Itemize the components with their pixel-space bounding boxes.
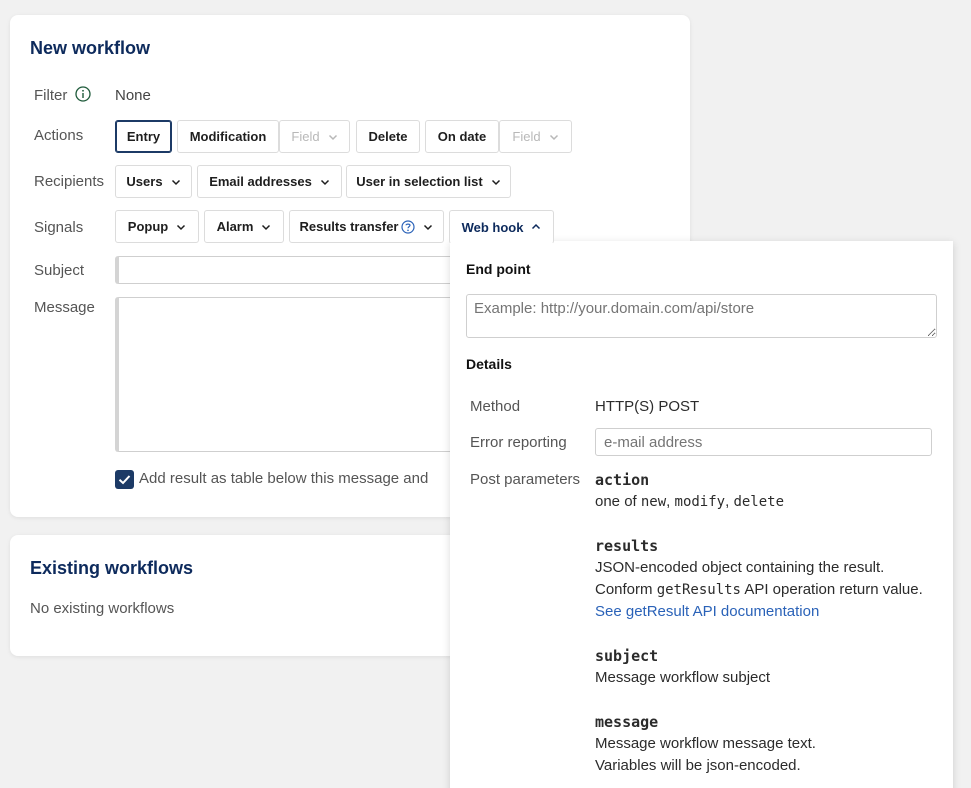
check-icon — [118, 475, 131, 485]
modification-button[interactable]: Modification — [177, 120, 279, 153]
new-workflow-title: New workflow — [30, 38, 151, 58]
param-results-line2-code: getResults — [656, 582, 741, 598]
param-subject-name: subject — [595, 647, 659, 665]
results-transfer-label: Results transfer — [299, 219, 399, 234]
chevron-down-icon — [423, 222, 433, 232]
error-reporting-input[interactable] — [595, 428, 932, 456]
users-dropdown[interactable]: Users — [115, 165, 192, 198]
endpoint-heading: End point — [466, 261, 531, 277]
web-hook-label: Web hook — [461, 219, 524, 235]
existing-workflows-empty-text: No existing workflows — [30, 600, 175, 617]
param-results-line2-pre: Conform — [595, 581, 657, 598]
results-transfer-dropdown[interactable]: Results transfer — [289, 210, 444, 243]
separator: , — [666, 493, 675, 510]
param-action-desc: one of new, modify, delete — [595, 493, 784, 510]
info-icon[interactable] — [74, 86, 91, 102]
error-reporting-label: Error reporting — [470, 434, 567, 451]
param-subject-desc: Message workflow subject — [595, 669, 771, 686]
message-label: Message — [34, 299, 95, 316]
existing-workflows-title: Existing workflows — [30, 558, 194, 578]
users-label: Users — [126, 174, 163, 189]
param-results-line2: Conform getResults API operation return … — [595, 581, 923, 598]
subject-input[interactable] — [115, 256, 460, 284]
get-result-docs-link[interactable]: See getResult API documentation — [595, 603, 819, 620]
method-value: HTTP(S) POST — [595, 398, 700, 415]
field-dropdown-label: Field — [512, 129, 541, 144]
filter-value[interactable]: None — [115, 87, 151, 104]
chevron-up-icon — [531, 222, 541, 232]
add-result-checkbox[interactable] — [115, 470, 134, 489]
chevron-down-icon — [171, 177, 181, 187]
param-message-name: message — [595, 713, 659, 731]
chevron-down-icon — [261, 222, 271, 232]
user-in-selection-list-label: User in selection list — [356, 174, 483, 189]
param-results-name: results — [595, 537, 659, 555]
chevron-down-icon — [320, 177, 330, 187]
post-parameters-label: Post parameters — [470, 471, 581, 488]
chevron-down-icon — [176, 222, 186, 232]
chevron-down-icon — [491, 177, 501, 187]
param-action-name: action — [595, 471, 650, 489]
details-heading: Details — [466, 356, 512, 372]
message-textarea[interactable] — [115, 297, 460, 452]
help-icon[interactable] — [401, 219, 416, 234]
alarm-dropdown[interactable]: Alarm — [204, 210, 284, 243]
user-in-selection-list-dropdown[interactable]: User in selection list — [346, 165, 511, 198]
recipients-label: Recipients — [34, 173, 105, 190]
field-dropdown-label: Field — [291, 129, 320, 144]
on-date-field-dropdown[interactable]: Field — [499, 120, 572, 153]
web-hook-popup: End point Details Method HTTP(S) POST Er… — [450, 241, 953, 788]
entry-button[interactable]: Entry — [115, 120, 172, 153]
filter-label: Filter — [34, 86, 91, 104]
param-action-value-modify: modify — [674, 494, 726, 510]
email-addresses-dropdown[interactable]: Email addresses — [197, 165, 342, 198]
param-message-line2: Variables will be json-encoded. — [595, 757, 801, 774]
popup-label: Popup — [127, 219, 169, 234]
on-date-button[interactable]: On date — [425, 120, 499, 153]
param-results-line1: JSON-encoded object containing the resul… — [595, 559, 885, 576]
filter-label-text: Filter — [34, 87, 68, 104]
modification-field-dropdown[interactable]: Field — [279, 120, 350, 153]
param-message-line1: Message workflow message text. — [595, 735, 816, 752]
alarm-label: Alarm — [216, 219, 254, 234]
param-action-value-new: new — [640, 494, 667, 510]
param-action-prefix: one of — [595, 493, 641, 510]
email-addresses-label: Email addresses — [209, 174, 312, 189]
subject-label: Subject — [34, 262, 85, 279]
chevron-down-icon — [549, 132, 559, 142]
popup-dropdown[interactable]: Popup — [115, 210, 199, 243]
chevron-down-icon — [328, 132, 338, 142]
web-hook-dropdown[interactable]: Web hook — [449, 210, 554, 244]
signals-label: Signals — [34, 219, 84, 236]
param-action-value-delete: delete — [733, 494, 785, 510]
endpoint-textarea[interactable] — [466, 294, 937, 338]
add-result-label: Add result as table below this message a… — [139, 470, 429, 487]
actions-label: Actions — [34, 127, 84, 144]
method-label: Method — [470, 398, 521, 415]
param-results-line2-post: API operation return value. — [740, 581, 923, 598]
delete-button[interactable]: Delete — [356, 120, 420, 153]
